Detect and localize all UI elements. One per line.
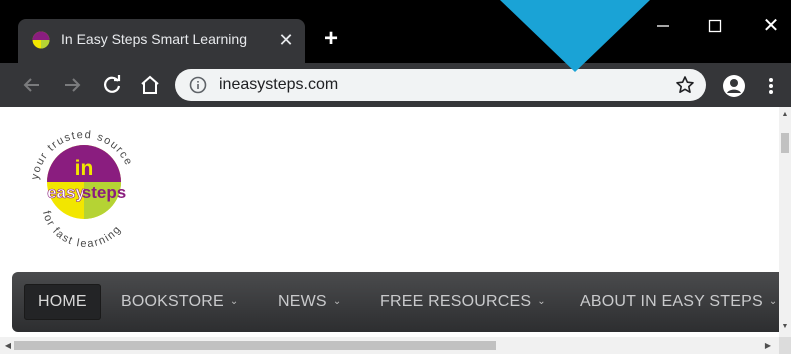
- chevron-down-icon: ⌄: [537, 296, 546, 307]
- tab-title: In Easy Steps Smart Learning: [61, 31, 247, 47]
- scroll-left-arrow-icon[interactable]: ◀: [2, 340, 14, 352]
- browser-tab[interactable]: In Easy Steps Smart Learning ✕: [18, 19, 305, 63]
- page-viewport: your trusted source for fast learning in…: [0, 107, 779, 337]
- nav-item-label: HOME: [38, 293, 87, 310]
- reload-icon[interactable]: [100, 73, 124, 97]
- vertical-scroll-thumb[interactable]: [781, 133, 789, 153]
- back-arrow-icon[interactable]: [20, 73, 44, 97]
- close-window-icon[interactable]: ✕: [756, 14, 786, 38]
- browser-toolbar: ineasysteps.com: [0, 63, 791, 107]
- forward-arrow-icon[interactable]: [60, 73, 84, 97]
- info-icon[interactable]: [189, 76, 207, 94]
- horizontal-scroll-thumb[interactable]: [14, 341, 496, 350]
- scroll-down-arrow-icon[interactable]: ▼: [779, 321, 791, 333]
- maximize-window-icon[interactable]: [700, 14, 730, 38]
- nav-item-free-resources[interactable]: FREE RESOURCES ⌄: [380, 272, 546, 332]
- url-text[interactable]: ineasysteps.com: [219, 76, 338, 94]
- logo-word-steps: steps: [82, 183, 126, 202]
- tab-close-icon[interactable]: ✕: [276, 30, 296, 50]
- nav-item-bookstore[interactable]: BOOKSTORE ⌄: [121, 272, 238, 332]
- chevron-down-icon: ⌄: [332, 296, 342, 307]
- browser-titlebar: In Easy Steps Smart Learning ✕ + ✕: [0, 0, 791, 63]
- ineasysteps-favicon-icon: [32, 31, 50, 49]
- home-icon[interactable]: [138, 73, 162, 97]
- nav-item-home[interactable]: HOME: [24, 284, 101, 320]
- minimize-window-icon[interactable]: [648, 14, 678, 38]
- chevron-down-icon: ⌄: [768, 296, 778, 307]
- nav-item-label: ABOUT IN EASY STEPS: [580, 293, 763, 310]
- nav-item-label: NEWS: [278, 293, 327, 310]
- profile-icon[interactable]: [722, 74, 746, 98]
- site-navbar: HOME BOOKSTORE ⌄ NEWS ⌄ FREE RESOURCES ⌄ AB…: [12, 272, 779, 332]
- vertical-scrollbar[interactable]: ▲ ▼: [779, 107, 791, 337]
- scroll-up-arrow-icon[interactable]: ▲: [779, 109, 791, 121]
- nav-item-label: FREE RESOURCES: [380, 293, 532, 310]
- new-tab-button[interactable]: +: [319, 27, 343, 51]
- address-bar[interactable]: ineasysteps.com: [175, 69, 706, 101]
- nav-item-news[interactable]: NEWS ⌄: [278, 272, 341, 332]
- chevron-down-icon: ⌄: [229, 296, 239, 307]
- logo-word-in: in: [75, 157, 94, 180]
- nav-item-label: BOOKSTORE: [121, 293, 224, 310]
- scroll-right-arrow-icon[interactable]: ▶: [762, 340, 774, 352]
- ineasysteps-logo[interactable]: your trusted source for fast learning in…: [18, 112, 148, 250]
- horizontal-scrollbar[interactable]: ◀ ▶: [0, 337, 779, 354]
- logo-word-easy: easy: [47, 183, 85, 202]
- scrollbar-corner: [779, 337, 791, 354]
- star-icon[interactable]: [674, 74, 696, 96]
- callout-pointer-icon: [500, 0, 650, 72]
- menu-icon[interactable]: [766, 74, 776, 98]
- nav-item-about[interactable]: ABOUT IN EASY STEPS ⌄: [580, 272, 777, 332]
